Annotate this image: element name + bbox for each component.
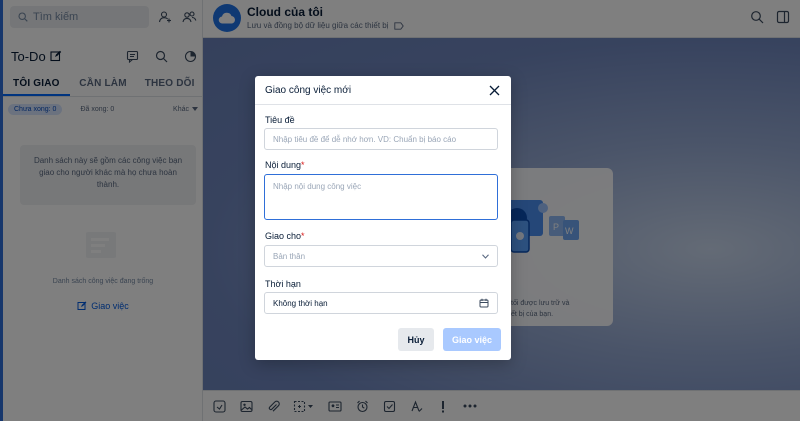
content-label-text: Nội dung	[265, 160, 302, 170]
assign-task-button[interactable]: Giao việc	[443, 328, 501, 351]
new-task-dialog: Giao công việc mới Tiêu đề Nhập tiêu đề …	[255, 76, 511, 360]
required-mark: *	[301, 231, 305, 241]
deadline-picker[interactable]: Không thời hạn	[264, 292, 498, 314]
deadline-field-label: Thời hạn	[265, 279, 301, 289]
task-title-placeholder: Nhập tiêu đề để dễ nhớ hơn. VD: Chuẩn bị…	[273, 134, 457, 144]
chevron-down-icon	[482, 253, 489, 259]
task-content-placeholder: Nhập nội dung công việc	[273, 182, 362, 191]
content-field-label: Nội dung*	[265, 160, 305, 170]
title-field-label: Tiêu đề	[265, 115, 295, 125]
close-icon	[489, 85, 499, 95]
assignee-select[interactable]: Bản thân	[264, 245, 498, 267]
calendar-icon	[479, 298, 489, 308]
task-title-input[interactable]: Nhập tiêu đề để dễ nhớ hơn. VD: Chuẩn bị…	[264, 128, 498, 150]
dialog-header: Giao công việc mới	[255, 76, 511, 105]
assignee-dropdown-toggle	[482, 253, 489, 259]
dialog-title: Giao công việc mới	[265, 84, 352, 96]
assignee-value: Bản thân	[273, 251, 306, 261]
cancel-button[interactable]: Hủy	[398, 328, 434, 351]
assignee-field-label: Giao cho*	[265, 231, 305, 241]
required-mark: *	[301, 160, 305, 170]
calendar-toggle	[479, 298, 489, 308]
close-button[interactable]	[487, 83, 501, 97]
task-content-textarea[interactable]: Nhập nội dung công việc	[264, 174, 498, 220]
assignee-label-text: Giao cho	[265, 231, 302, 241]
deadline-value: Không thời hạn	[273, 298, 328, 308]
